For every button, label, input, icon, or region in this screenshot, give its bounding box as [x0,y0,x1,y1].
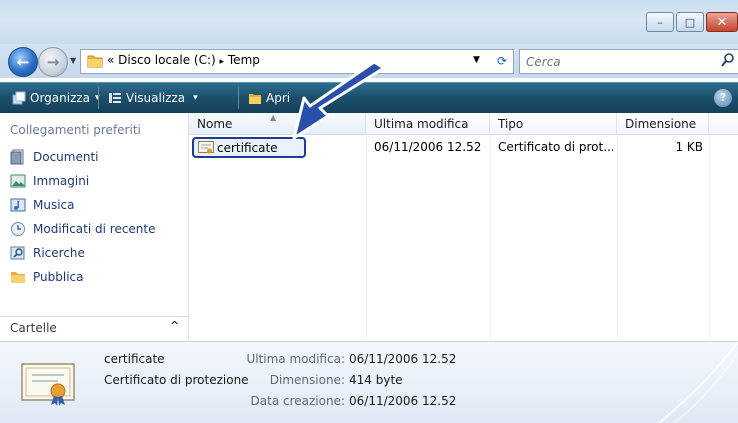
documents-icon [10,149,24,165]
column-header-label: Dimensione [625,117,697,131]
search-box[interactable] [519,49,738,74]
back-arrow-icon: ← [16,53,30,71]
minimize-button[interactable]: – [646,12,674,32]
details-size-label: Dimensione: [269,373,345,387]
search-icon[interactable] [721,52,737,70]
refresh-icon[interactable]: ⟳ [493,52,511,70]
chevron-up-icon: ^ [170,319,180,332]
column-divider [366,135,367,340]
file-size: 1 KB [675,140,703,154]
breadcrumb-separator[interactable]: ▸ [220,57,225,67]
pictures-icon [10,174,26,188]
organize-menu[interactable]: Organizza ▾ [12,89,100,107]
nav-item-label: Documenti [33,150,99,164]
nav-item-documenti[interactable]: Documenti [10,147,99,167]
breadcrumb-disk[interactable]: Disco locale (C:) [118,53,216,67]
open-label: Apri [266,91,291,105]
close-button[interactable]: ✕ [706,12,738,32]
column-header-label: Nome [197,117,233,131]
title-bar: – □ ✕ [0,0,738,44]
back-button[interactable]: ← [8,47,38,77]
nav-item-modificati-di-recente[interactable]: Modificati di recente [10,219,156,239]
address-row: ← → ▼ « Disco locale (C:) ▸ Temp ▼ ⟳ [0,44,738,78]
nav-item-musica[interactable]: Musica [10,195,75,215]
column-divider [617,135,618,340]
forward-arrow-icon: → [46,53,60,71]
sort-ascending-icon: ▲ [270,113,277,122]
nav-item-immagini[interactable]: Immagini [10,171,89,191]
details-modified-label: Ultima modifica: [246,352,345,366]
toolbar-separator [98,87,99,109]
favorites-header: Collegamenti preferiti [10,123,141,137]
decorative-sheen [657,342,738,423]
nav-item-label: Pubblica [33,270,84,284]
details-size-value: 414 byte [349,373,403,387]
column-header-label: Tipo [498,117,524,131]
file-list: Nome ▲ Ultima modifica Tipo Dimensione c… [189,113,738,340]
column-header-dimensione[interactable]: Dimensione [617,113,709,135]
column-header-ultima-modifica[interactable]: Ultima modifica [366,113,490,135]
file-modified: 06/11/2006 12.52 [374,140,482,154]
recent-pages-dropdown-icon[interactable]: ▼ [70,56,76,65]
nav-item-label: Musica [33,198,75,212]
search-input[interactable] [524,52,714,72]
breadcrumb-temp[interactable]: Temp [228,53,260,67]
nav-item-label: Modificati di recente [33,222,156,236]
toolbar-separator [238,87,239,109]
file-type: Certificato di prot... [498,140,613,154]
table-row[interactable]: certificate 06/11/2006 12.52 Certificato… [189,137,738,158]
view-dropdown-icon: ▾ [193,93,198,103]
command-bar: Organizza ▾ Visualizza ▾ Apri ? [0,82,738,113]
close-icon: ✕ [716,14,728,30]
recent-icon [11,222,25,236]
nav-item-label: Ricerche [33,246,85,260]
folder-icon [87,55,103,68]
view-icon [109,93,121,103]
organize-icon [12,91,26,105]
address-bar[interactable]: « Disco locale (C:) ▸ Temp ▼ ⟳ [80,49,514,74]
file-name-cell[interactable]: certificate [192,137,306,158]
details-created-label: Data creazione: [250,394,345,408]
details-pane: certificate Certificato di protezione Ul… [0,341,738,423]
column-header-tipo[interactable]: Tipo [490,113,617,135]
column-divider [709,135,710,340]
address-overflow[interactable]: « [107,53,114,67]
column-header-label: Ultima modifica [374,117,469,131]
organize-label: Organizza [30,91,91,105]
maximize-icon: □ [684,15,696,29]
column-header-nome[interactable]: Nome ▲ [189,113,366,135]
details-modified-value: 06/11/2006 12.52 [349,352,457,366]
folders-toggle[interactable]: Cartelle ^ [0,316,188,341]
navigation-pane: Collegamenti preferiti Documenti Immagin… [0,113,189,341]
minimize-icon: – [657,15,663,29]
nav-item-pubblica[interactable]: Pubblica [10,267,83,287]
public-folder-icon [11,272,25,283]
details-file-name: certificate [104,352,165,366]
help-button[interactable]: ? [714,89,732,107]
column-divider [490,135,491,340]
open-button[interactable]: Apri [248,89,290,107]
searches-icon [10,246,25,260]
open-folder-icon [249,94,261,104]
certificate-file-icon [198,140,214,154]
nav-item-ricerche[interactable]: Ricerche [10,243,85,263]
certificate-thumbnail-icon [21,363,75,406]
explorer-window: – □ ✕ ← → ▼ « Disco locale (C:) ▸ Temp ▼… [0,0,738,423]
address-path: « Disco locale (C:) ▸ Temp [107,53,260,67]
folders-label: Cartelle [10,321,57,335]
window-controls: – □ ✕ [644,12,738,32]
view-menu[interactable]: Visualizza ▾ [108,89,198,107]
music-icon [10,198,26,212]
forward-button[interactable]: → [38,47,68,77]
view-label: Visualizza [126,91,186,105]
column-header-filler [709,113,738,135]
address-dropdown-icon[interactable]: ▼ [473,55,480,65]
file-name: certificate [217,140,278,155]
maximize-button[interactable]: □ [676,12,704,32]
details-created-value: 06/11/2006 12.52 [349,394,457,408]
nav-item-label: Immagini [33,174,90,188]
